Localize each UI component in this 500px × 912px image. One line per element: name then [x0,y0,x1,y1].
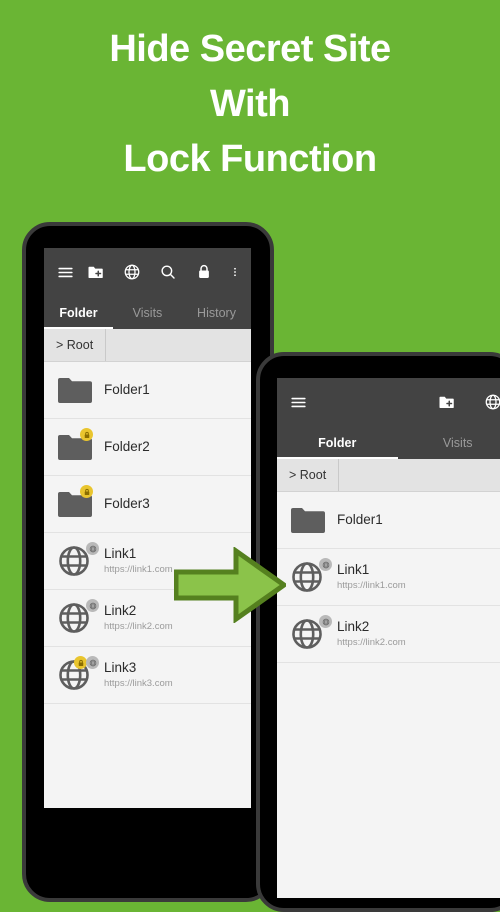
folder-row[interactable]: Folder1 [277,492,500,549]
row-text: Link2https://link2.com [104,603,173,633]
row-url: https://link1.com [104,563,173,576]
link-row[interactable]: Link2https://link2.com [277,606,500,663]
row-title: Folder1 [104,382,150,398]
row-text: Link1https://link1.com [104,546,173,576]
row-title: Folder1 [337,512,383,528]
overflow-menu-icon[interactable] [229,261,241,283]
link-row[interactable]: Link3https://link3.com [44,647,251,704]
web-badge-icon [86,542,99,555]
row-title: Link2 [337,619,406,635]
tab-visits[interactable]: Visits [398,436,500,459]
folder-add-icon[interactable] [85,261,107,283]
row-text: Link3https://link3.com [104,660,173,690]
row-url: https://link2.com [104,620,173,633]
row-title: Link1 [104,546,173,562]
row-url: https://link3.com [104,677,173,690]
row-url: https://link2.com [337,636,406,649]
search-icon[interactable] [157,261,179,283]
folder-icon [56,373,94,407]
tab-bar-left: Folder Visits History [44,296,251,329]
app-bar-left [44,248,251,296]
lock-icon[interactable] [193,261,215,283]
globe-icon[interactable] [482,391,500,413]
phone-right-screen: Folder Visits > Root Folder1Link1https:/… [277,378,500,898]
tab-visits-label: Visits [443,436,473,450]
row-title: Folder2 [104,439,150,455]
page-title: Hide Secret Site With Lock Function [0,22,500,187]
web-badge-icon [86,656,99,669]
hamburger-menu-icon[interactable] [287,391,309,413]
row-title: Link1 [337,562,406,578]
promo-graphic: Hide Secret Site With Lock Function [0,0,500,889]
link-row[interactable]: Link1https://link1.com [277,549,500,606]
row-text: Folder1 [104,382,150,398]
web-badge-icon [319,558,332,571]
folder-icon [56,487,94,521]
breadcrumb-left: > Root [44,329,251,362]
globe-icon [56,658,94,692]
globe-icon [289,560,327,594]
tab-folder-label: Folder [59,306,97,320]
tab-history-label: History [197,306,236,320]
breadcrumb-root[interactable]: > Root [277,459,339,491]
web-badge-icon [86,599,99,612]
phone-left-screen: Folder Visits History > Root Folder1Fold… [44,248,251,808]
folder-icon [56,430,94,464]
globe-icon [56,544,94,578]
folder-row[interactable]: Folder3 [44,476,251,533]
breadcrumb-right: > Root [277,459,500,492]
web-badge-icon [319,615,332,628]
row-text: Folder3 [104,496,150,512]
row-title: Folder3 [104,496,150,512]
app-bar-right [277,378,500,426]
tab-visits[interactable]: Visits [113,306,182,329]
item-list-left: Folder1 Folder2 Folder3 Link1https://link1.… [44,362,251,704]
row-url: https://link1.com [337,579,406,592]
row-text: Folder1 [337,512,383,528]
right-arrow-icon [174,547,286,623]
folder-add-icon[interactable] [436,391,458,413]
tab-folder-label: Folder [318,436,356,450]
folder-row[interactable]: Folder1 [44,362,251,419]
globe-icon[interactable] [121,261,143,283]
tab-folder[interactable]: Folder [44,306,113,329]
folder-icon [289,503,327,537]
headline-line-2: With [0,77,500,132]
row-text: Link1https://link1.com [337,562,406,592]
row-title: Link3 [104,660,173,676]
lock-badge-icon [80,485,93,498]
headline-line-3: Lock Function [0,132,500,187]
headline-line-1: Hide Secret Site [0,22,500,77]
tab-bar-right: Folder Visits [277,426,500,459]
item-list-right: Folder1Link1https://link1.comLink2https:… [277,492,500,663]
tab-visits-label: Visits [133,306,163,320]
row-title: Link2 [104,603,173,619]
globe-icon [56,601,94,635]
lock-badge-icon [80,428,93,441]
breadcrumb-root[interactable]: > Root [44,329,106,361]
folder-row[interactable]: Folder2 [44,419,251,476]
tab-history[interactable]: History [182,306,251,329]
hamburger-menu-icon[interactable] [54,261,76,283]
row-text: Link2https://link2.com [337,619,406,649]
tab-folder[interactable]: Folder [277,436,398,459]
globe-icon [289,617,327,651]
phone-right: Folder Visits > Root Folder1Link1https:/… [256,352,500,912]
row-text: Folder2 [104,439,150,455]
